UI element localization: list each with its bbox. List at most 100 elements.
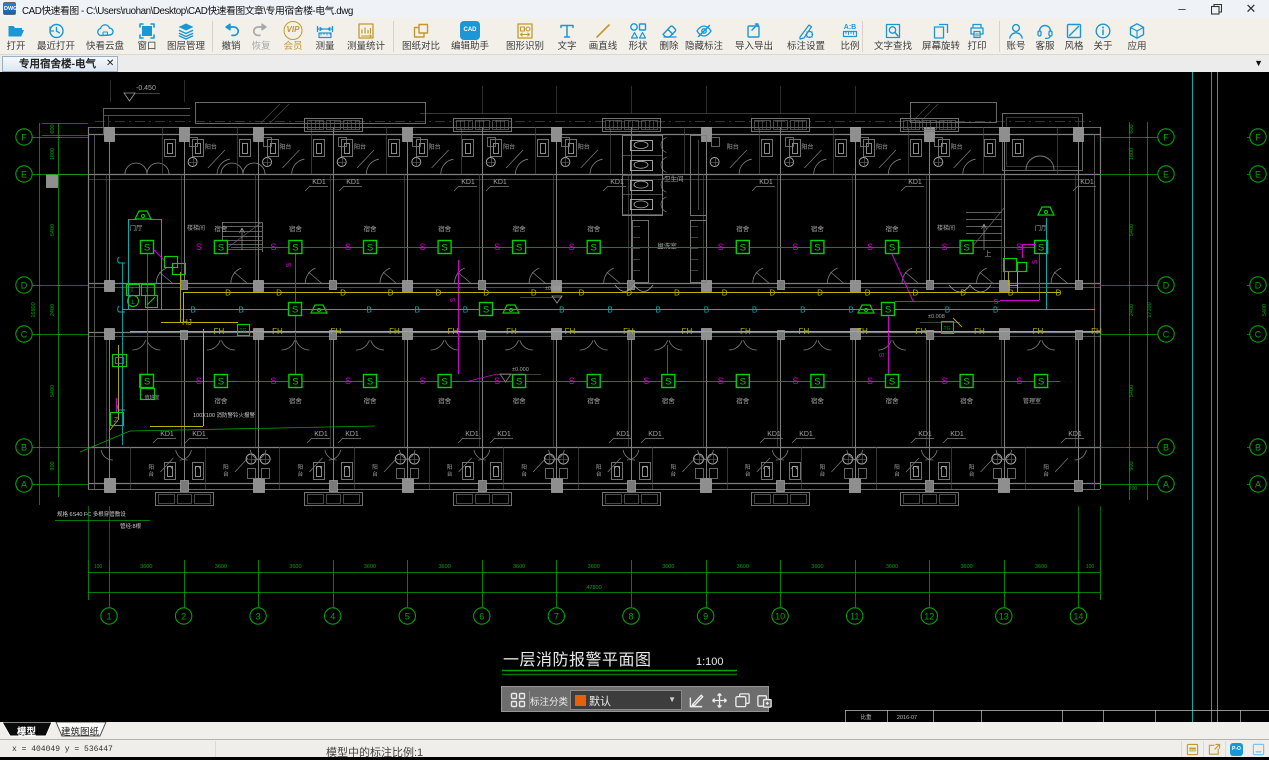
svg-text:S: S (196, 242, 202, 252)
svg-text:阳台: 阳台 (503, 143, 515, 151)
svg-text:Z: Z (114, 417, 119, 424)
svg-text:B: B (607, 306, 612, 315)
svg-text:TG: TG (944, 326, 951, 332)
svg-text:FH: FH (389, 327, 400, 336)
svg-text:-0.450: -0.450 (136, 85, 156, 92)
svg-text:17100: 17100 (1147, 302, 1153, 317)
svg-text:阳台: 阳台 (429, 143, 441, 151)
svg-text:B: B (848, 306, 853, 315)
svg-text:3600: 3600 (662, 564, 674, 570)
svg-text:11: 11 (850, 612, 859, 622)
svg-text:7: 7 (554, 612, 559, 622)
svg-text:KD1: KD1 (345, 431, 359, 438)
svg-text:100: 100 (94, 564, 103, 570)
svg-text:S: S (867, 376, 873, 386)
svg-text:D: D (913, 289, 919, 298)
svg-text:S: S (450, 297, 457, 302)
svg-text:台: 台 (820, 470, 826, 478)
svg-text:S: S (1038, 243, 1044, 254)
svg-text:1: 1 (106, 612, 111, 622)
svg-text:E: E (1255, 170, 1261, 180)
svg-text:宿舍: 宿舍 (960, 396, 974, 405)
svg-text:D: D (1056, 289, 1062, 298)
svg-text:阳台: 阳台 (578, 143, 590, 151)
svg-text:E: E (21, 170, 27, 180)
svg-text:S: S (867, 242, 873, 252)
svg-text:3600: 3600 (811, 564, 823, 570)
svg-text:3600: 3600 (737, 564, 749, 570)
svg-text:100: 100 (1086, 564, 1095, 570)
svg-text:B: B (238, 306, 243, 315)
svg-text:3600: 3600 (588, 564, 600, 570)
svg-text:宿舍: 宿舍 (886, 396, 900, 405)
svg-text:D: D (769, 289, 775, 298)
svg-text:门厅: 门厅 (130, 223, 144, 232)
svg-text:阳: 阳 (149, 463, 155, 471)
svg-text:3600: 3600 (1035, 564, 1047, 570)
svg-text:宿舍: 宿舍 (289, 396, 303, 405)
svg-text:阳台: 阳台 (354, 143, 366, 151)
svg-text:D: D (579, 289, 585, 298)
svg-text:±0.000: ±0.000 (545, 286, 562, 292)
svg-text:卫生间: 卫生间 (664, 174, 684, 183)
svg-text:FH: FH (214, 327, 225, 336)
svg-text:S: S (270, 376, 276, 386)
svg-text:2016-07: 2016-07 (897, 715, 917, 721)
svg-text:KD1: KD1 (950, 431, 964, 438)
svg-text:FH: FH (506, 327, 517, 336)
svg-text:D: D (722, 289, 728, 298)
svg-text:阳: 阳 (596, 463, 602, 471)
svg-text:宿舍: 宿舍 (214, 224, 228, 233)
svg-text:S: S (292, 305, 298, 316)
svg-text:盥洗室: 盥洗室 (657, 241, 677, 250)
svg-text:FH: FH (682, 327, 693, 336)
svg-text:S: S (270, 242, 276, 252)
svg-text:宿舍: 宿舍 (886, 224, 900, 233)
svg-text:S: S (420, 376, 426, 386)
svg-text:台: 台 (745, 470, 751, 478)
svg-text:1:100: 1:100 (696, 656, 724, 668)
svg-text:D: D (225, 289, 231, 298)
svg-text:楼梯间: 楼梯间 (937, 224, 955, 232)
svg-text:1800: 1800 (50, 148, 56, 160)
svg-text:一层消防报警平面图: 一层消防报警平面图 (503, 651, 652, 669)
svg-text:KD1: KD1 (497, 431, 511, 438)
svg-text:台: 台 (596, 470, 602, 478)
svg-text:900: 900 (50, 461, 56, 470)
svg-text:PDF: PDF (1190, 748, 1196, 752)
svg-text:E: E (1163, 170, 1169, 180)
svg-text:FH: FH (565, 327, 576, 336)
svg-text:S: S (494, 376, 500, 386)
svg-text:FH: FH (857, 327, 868, 336)
svg-text:3: 3 (256, 612, 261, 622)
svg-text:±0.008: ±0.008 (928, 314, 945, 320)
svg-text:14: 14 (1073, 612, 1083, 622)
svg-text:FH: FH (272, 327, 283, 336)
svg-text:KD1: KD1 (160, 431, 174, 438)
svg-text:200: 200 (1129, 486, 1138, 492)
svg-text:A:B: A:B (844, 24, 856, 31)
svg-text:宿舍: 宿舍 (736, 224, 750, 233)
svg-text:KD1: KD1 (192, 431, 206, 438)
svg-text:B: B (704, 306, 709, 315)
svg-text:S: S (942, 242, 948, 252)
svg-text:阳: 阳 (671, 463, 677, 471)
svg-text:S: S (718, 376, 724, 386)
svg-text:B: B (800, 306, 805, 315)
svg-text:KD1: KD1 (1080, 179, 1094, 186)
svg-text:D: D (1008, 289, 1014, 298)
svg-text:S: S (885, 305, 891, 316)
svg-text:台: 台 (521, 470, 527, 478)
svg-text:KD1: KD1 (648, 431, 662, 438)
svg-text:3600: 3600 (513, 564, 525, 570)
svg-text:B: B (366, 306, 371, 315)
svg-text:FH: FH (974, 327, 985, 336)
svg-text:KD1: KD1 (312, 179, 326, 186)
svg-text:S: S (1016, 242, 1022, 252)
svg-text:16800: 16800 (31, 302, 37, 317)
svg-text:S: S (196, 376, 202, 386)
svg-text:宿舍: 宿舍 (364, 396, 378, 405)
svg-text:KD1: KD1 (616, 431, 630, 438)
svg-text:S: S (292, 243, 298, 254)
svg-text:S: S (569, 376, 575, 386)
